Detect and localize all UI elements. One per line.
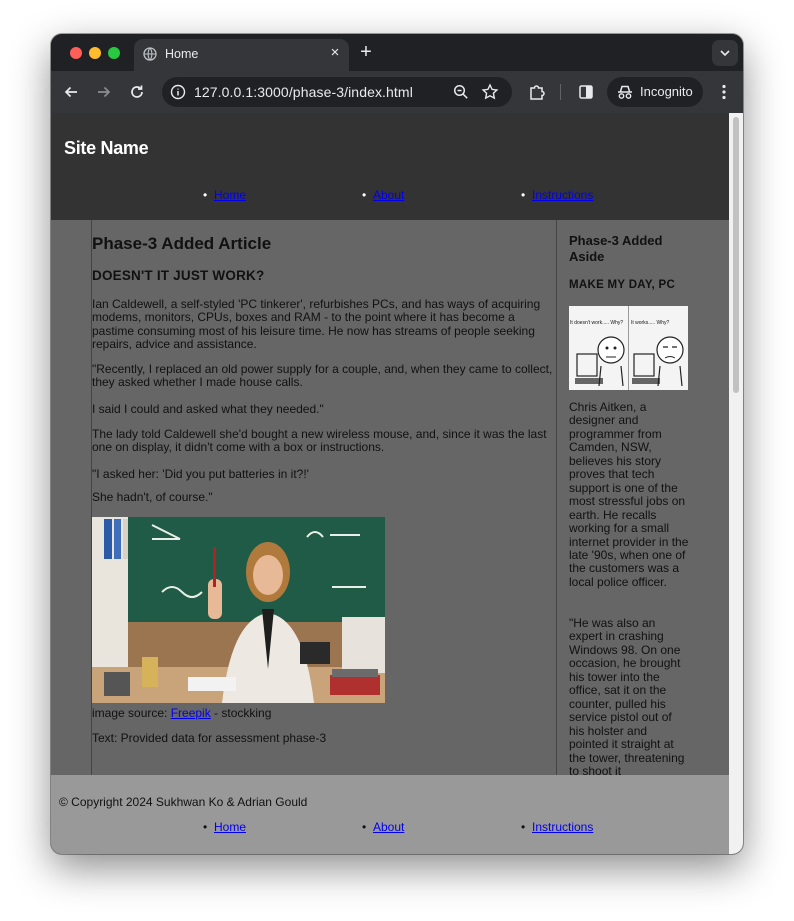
page-scrollbar[interactable] [729,113,743,854]
bullet: • [521,188,526,202]
article-paragraph: "I asked her: 'Did you put batteries in … [92,467,309,481]
site-name: Site Name [64,138,149,158]
close-window-button[interactable] [70,47,82,59]
aside-subtitle: MAKE MY DAY, PC [569,279,676,291]
meme-left-panel: It doesn't work..... Why? [569,306,629,390]
text-source: Text: Provided data for assessment phase… [92,731,327,745]
zoom-icon[interactable] [452,83,470,101]
image-source-prefix: image source: [92,706,171,720]
article-paragraph: I said I could and asked what they neede… [92,402,324,416]
image-source-suffix: - stockking [210,706,272,720]
nav-item-home: • Home [203,188,246,202]
aside: Phase-3 Added Aside MAKE MY DAY, PC It d… [569,233,691,778]
address-bar[interactable]: 127.0.0.1:3000/phase-3/index.html [162,77,512,107]
tab-strip: Home × + [51,34,743,71]
site-header: Site Name • Home • About • Instructions [51,113,729,220]
scrollbar-thumb[interactable] [733,117,739,393]
footer-link-instructions[interactable]: Instructions [532,820,593,834]
aside-paragraph: "He was also an expert in crashing Windo… [569,616,685,778]
footer-link-about[interactable]: About [373,820,404,834]
nav-link-about[interactable]: About [373,188,404,202]
plus-icon[interactable]: + [356,42,376,62]
globe-icon [143,47,157,61]
page-viewport: Site Name • Home • About • Instructions … [51,113,729,854]
star-icon[interactable] [481,83,499,101]
article-paragraph: "Recently, I replaced an old power suppl… [92,362,553,390]
rage-face-right-icon [632,336,684,387]
menu-icon[interactable] [713,81,735,103]
meme-right-panel: It works..... Why? [629,306,688,390]
tab-search-button[interactable] [712,40,738,66]
footer-nav-item-instructions: • Instructions [521,820,593,834]
bullet: • [203,820,208,834]
side-panel-icon[interactable] [575,81,597,103]
aside-title: Phase-3 Added Aside [569,233,663,264]
bullet: • [521,820,526,834]
bullet: • [203,188,208,202]
article-subtitle: DOESN'T IT JUST WORK? [92,268,265,283]
article-title: Phase-3 Added Article [92,234,272,253]
url-text[interactable]: 127.0.0.1:3000/phase-3/index.html [194,84,413,100]
incognito-icon [618,85,632,99]
article: Phase-3 Added Article DOESN'T IT JUST WO… [91,220,557,781]
minimize-window-button[interactable] [89,47,101,59]
browser-tab[interactable]: Home × [134,39,349,71]
article-photo [92,517,385,703]
meme-right-caption: It works..... Why? [631,320,670,326]
tab-title: Home [165,47,199,61]
forward-icon[interactable] [93,81,115,103]
article-paragraph: Ian Caldewell, a self-styled 'PC tinkere… [92,297,541,352]
nav-link-home[interactable]: Home [214,188,246,202]
incognito-badge[interactable]: Incognito [607,77,703,107]
article-paragraph: The lady told Caldewell she'd bought a n… [92,427,547,455]
nav-item-instructions: • Instructions [521,188,593,202]
bullet: • [362,820,367,834]
nav-item-about: • About [362,188,404,202]
site-footer: © Copyright 2024 Sukhwan Ko & Adrian Gou… [51,775,729,854]
close-icon[interactable]: × [327,45,343,61]
browser-toolbar: 127.0.0.1:3000/phase-3/index.html Incogn… [51,71,743,113]
back-icon[interactable] [60,81,82,103]
rage-face-left-icon [575,336,625,387]
incognito-label: Incognito [640,84,693,99]
site-info-icon[interactable] [170,84,186,100]
reload-icon[interactable] [126,81,148,103]
extensions-icon[interactable] [526,81,548,103]
bullet: • [362,188,367,202]
footer-nav-item-home: • Home [203,820,246,834]
article-paragraph: She hadn't, of course." [92,490,213,504]
nav-link-instructions[interactable]: Instructions [532,188,593,202]
image-source-credit: image source: Freepik - stockking [92,706,556,720]
browser-window: Home × + 127.0.0.1:3000/phase-3/index.ht… [51,34,743,854]
freepik-link[interactable]: Freepik [171,706,211,720]
chevron-down-icon [720,50,730,57]
meme-left-caption: It doesn't work..... Why? [570,320,624,326]
footer-nav-item-about: • About [362,820,404,834]
meme-image: It doesn't work..... Why? It works..... … [569,306,688,390]
aside-paragraph: Chris Aitken, a designer and programmer … [569,400,689,589]
footer-link-home[interactable]: Home [214,820,246,834]
teacher-photo-illustration [92,517,385,703]
maximize-window-button[interactable] [108,47,120,59]
copyright-text: © Copyright 2024 Sukhwan Ko & Adrian Gou… [59,795,308,809]
toolbar-separator [560,84,561,100]
